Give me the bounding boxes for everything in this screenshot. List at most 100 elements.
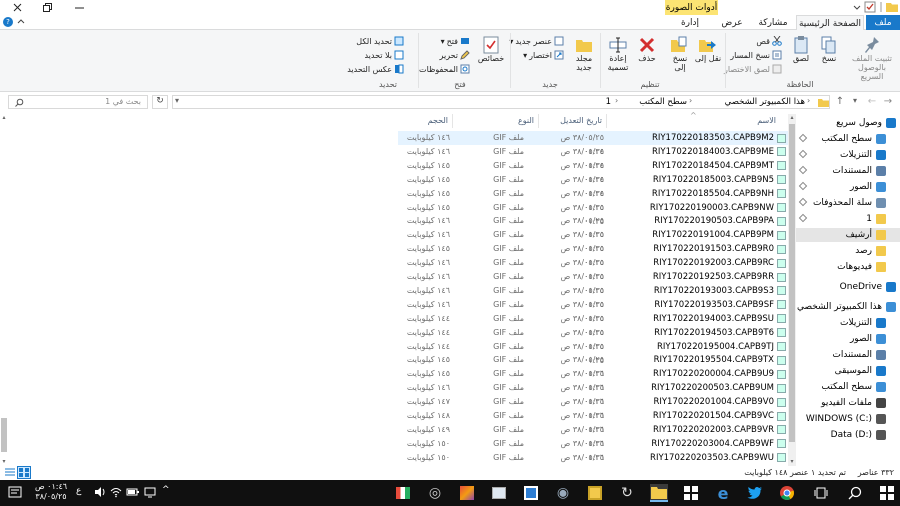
forward-button[interactable]: ← <box>866 96 878 108</box>
nav-item[interactable]: هذا الكمبيوتر الشخصي <box>796 300 900 314</box>
details-view-button[interactable] <box>4 467 16 478</box>
nav-item[interactable]: المستندات <box>796 348 900 362</box>
open-button[interactable]: فتح ▾ <box>441 36 470 46</box>
address-bar[interactable]: › هذا الكمبيوتر الشخصي › سطح المكتب › 1 … <box>172 95 830 109</box>
help-button[interactable]: ? <box>3 17 13 27</box>
select-none-button[interactable]: بلا تحديد <box>364 50 404 60</box>
refresh-button[interactable]: ↻ <box>152 95 168 109</box>
invert-selection-button[interactable]: عكس التحديد <box>347 64 404 74</box>
file-row[interactable]: RIY170220201504.CAPB9VC ٣٨/٠٥/٢٥ ص ٠١:٣٦ م… <box>398 409 788 434</box>
app-flag[interactable] <box>394 484 412 502</box>
nav-item[interactable]: التنزيلات <box>796 148 900 162</box>
file-row[interactable]: RIY170220191503.CAPB9R0 ٣٨/٠٥/٢٥ ص ٠١:٣٥ م… <box>398 242 788 267</box>
column-header-type[interactable]: النوع <box>488 114 536 128</box>
new-folder-button[interactable]: مجلد جديد <box>570 36 598 72</box>
ribbon-collapse[interactable] <box>16 17 26 27</box>
qat-dropdown[interactable] <box>852 2 862 12</box>
nav-item[interactable]: المستندات <box>796 164 900 178</box>
nav-item[interactable]: التنزيلات <box>796 316 900 330</box>
properties-button[interactable]: خصائص <box>476 36 506 63</box>
nav-item[interactable]: سلة المحذوفات <box>796 196 900 210</box>
paste-shortcut-button[interactable]: لصق الاختصار <box>724 64 782 74</box>
app-blue[interactable] <box>522 484 540 502</box>
tab-file[interactable]: ملف <box>866 15 900 30</box>
delete-button[interactable]: حذف <box>634 36 660 63</box>
rename-button[interactable]: إعادة تسمية <box>604 36 632 72</box>
file-explorer-app[interactable] <box>650 484 668 502</box>
volume-button[interactable] <box>94 486 106 501</box>
file-row[interactable]: RIY170220192503.CAPB9RR ٣٨/٠٥/٢٥ ص ٠١:٣٥ م… <box>398 270 788 295</box>
app-colorful[interactable] <box>458 484 476 502</box>
chrome-app[interactable] <box>778 484 796 502</box>
app-camera[interactable]: ◎ <box>426 484 444 502</box>
pin-quick-access-button[interactable]: تثبيت الملف بالوصول السريع <box>846 36 898 81</box>
network-button[interactable] <box>144 486 156 501</box>
back-button[interactable]: → <box>882 96 894 108</box>
nav-item[interactable]: الصور <box>796 332 900 346</box>
app-monitor[interactable] <box>490 484 508 502</box>
tab-share[interactable]: مشاركة <box>752 15 794 30</box>
file-row[interactable]: RIY170220200004.CAPB9U9 ٣٨/٠٥/٢٥ ص ٠١:٣٦ م… <box>398 367 788 392</box>
app-globe[interactable]: ◉ <box>554 484 572 502</box>
show-hidden-icons-button[interactable]: ^ <box>162 485 170 495</box>
edge-app[interactable]: e <box>714 484 732 503</box>
file-row[interactable]: RIY170220202003.CAPB9VR ٣٨/٠٥/٢٥ ص ٠١:٣٦ م… <box>398 423 788 448</box>
select-all-button[interactable]: تحديد الكل <box>356 36 404 46</box>
scrollbar-thumb[interactable] <box>789 124 795 442</box>
task-view-button[interactable] <box>812 484 830 502</box>
recent-dropdown[interactable]: ▾ <box>850 96 860 108</box>
nav-item[interactable]: رصد <box>796 244 900 258</box>
store-app[interactable] <box>682 484 700 502</box>
breadcrumb-this-pc[interactable]: هذا الكمبيوتر الشخصي <box>699 97 805 107</box>
history-button[interactable]: المحفوظات <box>419 64 470 74</box>
file-row[interactable]: RIY170220193003.CAPB9S3 ٣٨/٠٥/٢٥ ص ٠١:٣٥ م… <box>398 284 788 309</box>
twitter-app[interactable] <box>746 484 764 502</box>
edit-button[interactable]: تحرير <box>440 50 470 60</box>
file-row[interactable]: RIY170220203004.CAPB9WF ٣٨/٠٥/٢٥ ص ٠١:٣٦ م… <box>398 437 788 462</box>
minimize-button[interactable] <box>62 0 96 15</box>
file-row[interactable]: RIY170220195004.CAPB9TJ ٣٨/٠٥/٢٥ ص ٠١:٣٥ م… <box>398 340 788 365</box>
nav-item[interactable]: أرشيف <box>796 228 900 242</box>
nav-item[interactable]: OneDrive <box>796 280 900 294</box>
large-icons-view-button[interactable] <box>17 466 31 479</box>
nav-item[interactable]: وصول سريع <box>796 116 900 130</box>
copy-path-button[interactable]: نسخ المسار <box>730 50 782 60</box>
close-button[interactable] <box>0 0 34 15</box>
nav-item[interactable]: ملفات الفيديو <box>796 396 900 410</box>
move-to-button[interactable]: نقل إلى <box>694 36 722 63</box>
app-yellow[interactable] <box>586 484 604 502</box>
battery-button[interactable] <box>126 486 140 501</box>
breadcrumb-desktop[interactable]: سطح المكتب <box>625 97 687 107</box>
qat-properties[interactable] <box>864 1 876 13</box>
nav-item[interactable]: الموسيقى <box>796 364 900 378</box>
file-row[interactable]: RIY170220192003.CAPB9RC ٣٨/٠٥/٢٥ ص ٠١:٣٥ م… <box>398 256 788 281</box>
file-row[interactable]: RIY170220190003.CAPB9NW ٣٨/٠٥/٢٥ ص ٠١:٣٥ م… <box>398 201 788 226</box>
nav-item[interactable]: فيديوهات <box>796 260 900 274</box>
nav-item[interactable]: الصور <box>796 180 900 194</box>
address-dropdown[interactable]: ▾ <box>175 96 179 105</box>
notification-button[interactable] <box>8 485 22 501</box>
breadcrumb-folder-1[interactable]: 1 <box>599 97 611 107</box>
file-row[interactable]: RIY170220203503.CAPB9WU ٣٨/٠٥/٢٥ ص ٠١:٣٦ م… <box>398 451 788 476</box>
file-row[interactable]: RIY170220185504.CAPB9NH ٣٨/٠٥/٢٥ ص ٠١:٣٥ م… <box>398 187 788 212</box>
file-row[interactable]: RIY170220183503.CAPB9M2 ٣٨/٠٥/٢٥ ص ٠١:٣٤ م… <box>398 131 788 156</box>
paste-button[interactable]: لصق <box>788 36 814 63</box>
search-box[interactable]: بحث في 1 <box>8 95 148 109</box>
column-header-name[interactable]: الاسم ^ <box>678 111 788 128</box>
app-refresh[interactable]: ↻ <box>618 484 636 502</box>
cut-button[interactable]: قص <box>756 36 782 46</box>
nav-item[interactable]: WINDOWS (C:) <box>796 412 900 426</box>
file-row[interactable]: RIY170220190503.CAPB9PA ٣٨/٠٥/٢٥ ص ٠١:٣٥ م… <box>398 214 788 239</box>
file-row[interactable]: RIY170220194503.CAPB9T6 ٣٨/٠٥/٢٥ ص ٠١:٣٥ م… <box>398 326 788 351</box>
easy-access-button[interactable]: اختصار ▾ <box>523 50 564 60</box>
left-scrollbar[interactable]: ▴ ▾ <box>0 114 8 466</box>
nav-item[interactable]: 1 <box>796 212 900 226</box>
wifi-button[interactable] <box>110 486 122 501</box>
list-vertical-scrollbar[interactable]: ▴ ▾ <box>788 114 796 466</box>
nav-item[interactable]: سطح المكتب <box>796 380 900 394</box>
file-row[interactable]: RIY170220184504.CAPB9MT ٣٨/٠٥/٢٥ ص ٠١:٣٤ م… <box>398 159 788 184</box>
copy-button[interactable]: نسخ <box>816 36 842 63</box>
scrollbar-thumb[interactable] <box>1 418 7 452</box>
search-button[interactable] <box>846 484 864 502</box>
file-row[interactable]: RIY170220185003.CAPB9N5 ٣٨/٠٥/٢٥ ص ٠١:٣٤ م… <box>398 173 788 198</box>
